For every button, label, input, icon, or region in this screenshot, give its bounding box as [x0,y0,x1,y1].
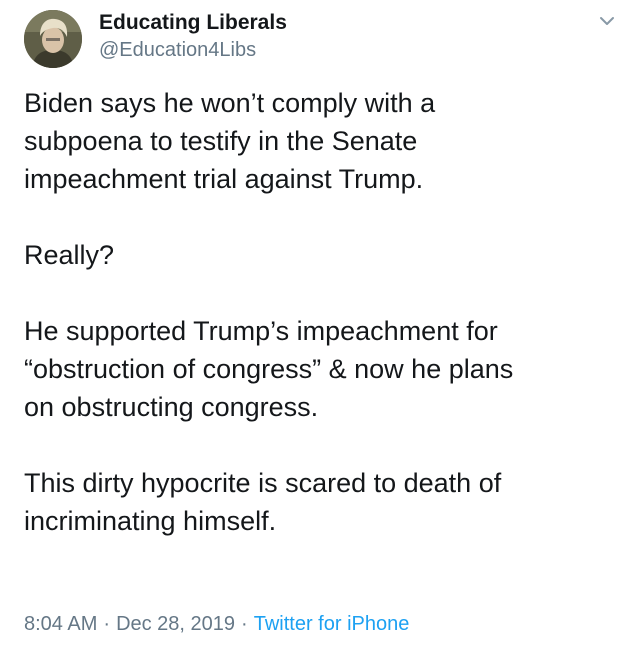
avatar[interactable] [24,10,82,68]
tweet-paragraph: Really? [24,240,115,270]
tweet-card: Educating Liberals @Education4Libs Biden… [0,0,640,648]
chevron-down-icon [600,17,614,25]
tweet-paragraph: Biden says he won’t comply with a subpoe… [24,88,436,194]
tweet-paragraph: He supported Trump’s impeachment for “ob… [24,316,514,422]
tweet-source-link[interactable]: Twitter for iPhone [254,613,410,635]
more-options-button[interactable] [594,10,620,32]
tweet-text: Biden says he won’t comply with a subpoe… [24,84,624,540]
tweet-time[interactable]: 8:04 AM [24,613,97,635]
meta-separator: · [103,613,111,635]
tweet-metadata: 8:04 AM · Dec 28, 2019 · Twitter for iPhone [24,613,409,636]
tweet-date[interactable]: Dec 28, 2019 [116,613,235,635]
profile-photo-icon [24,10,82,68]
display-name[interactable]: Educating Liberals [99,11,287,35]
meta-separator: · [241,613,248,635]
tweet-paragraph: This dirty hypocrite is scared to death … [24,468,502,536]
user-handle[interactable]: @Education4Libs [99,39,256,62]
